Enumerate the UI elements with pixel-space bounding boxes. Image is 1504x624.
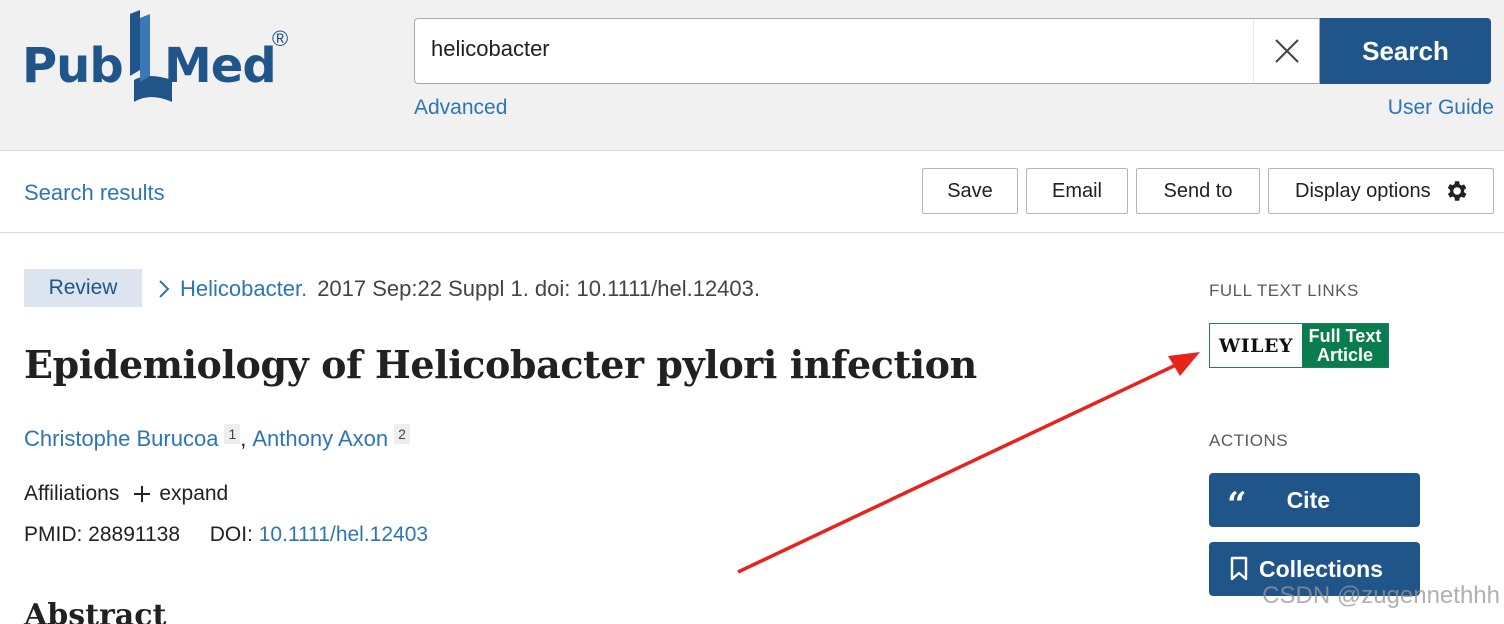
gear-icon	[1447, 181, 1467, 201]
expand-label: expand	[159, 482, 229, 505]
search-button[interactable]: Search	[1320, 18, 1491, 84]
pmid-label: PMID: 28891138	[24, 523, 181, 546]
wiley-line-1: Full Text	[1308, 325, 1382, 346]
email-button[interactable]: Email	[1026, 168, 1128, 214]
author-link[interactable]: Christophe Burucoa	[24, 426, 218, 452]
user-guide-link[interactable]: User Guide	[1388, 96, 1494, 120]
display-options-button[interactable]: Display options	[1268, 168, 1494, 214]
actions-heading: ACTIONS	[1209, 431, 1289, 450]
collections-label: Collections	[1259, 555, 1383, 582]
citation-line: Helicobacter. 2017 Sep:22 Suppl 1. doi: …	[158, 276, 760, 302]
search-input[interactable]	[431, 36, 1251, 62]
pubmed-logo[interactable]: Pub Med ®	[22, 10, 302, 106]
expand-affiliations-button[interactable]: expand	[133, 482, 228, 506]
wiley-logo: WILEY	[1210, 324, 1302, 367]
plus-icon	[134, 486, 151, 502]
citation-text: 2017 Sep:22 Suppl 1. doi: 10.1111/hel.12…	[317, 276, 761, 301]
full-text-links-heading: FULL TEXT LINKS	[1209, 281, 1359, 300]
logo-med-text: Med	[164, 38, 277, 94]
chevron-right-icon	[159, 280, 170, 298]
journal-link[interactable]: Helicobacter.	[180, 276, 307, 302]
author-list: Christophe Burucoa 1 , Anthony Axon 2	[24, 424, 410, 452]
wiley-line-2: Article	[1316, 344, 1374, 365]
search-box	[414, 18, 1320, 84]
doi-label: DOI:	[209, 523, 253, 546]
article-title: Epidemiology of Helicobacter pylori infe…	[24, 342, 977, 387]
doi-link[interactable]: 10.1111/hel.12403	[259, 523, 428, 546]
clear-search-button[interactable]	[1253, 19, 1319, 83]
wiley-full-text-label: Full Text Article	[1302, 324, 1388, 367]
save-button[interactable]: Save	[922, 168, 1018, 214]
advanced-search-link[interactable]: Advanced	[414, 96, 507, 120]
results-toolbar: Search results Save Email Send to Displa…	[0, 152, 1504, 233]
identifiers-row: PMID: 28891138 DOI: 10.1111/hel.12403	[24, 523, 428, 547]
display-options-label: Display options	[1295, 179, 1431, 202]
affiliation-ref[interactable]: 2	[394, 424, 410, 444]
logo-pub-text: Pub	[22, 38, 124, 94]
cite-label: Cite	[1286, 486, 1331, 513]
affiliations-label: Affiliations	[24, 482, 120, 505]
close-icon	[1274, 39, 1299, 63]
wiley-full-text-link[interactable]: WILEY Full Text Article	[1209, 323, 1389, 368]
search-results-link[interactable]: Search results	[24, 180, 165, 206]
abstract-heading: Abstract	[24, 598, 167, 624]
article-type-badge: Review	[24, 269, 142, 307]
author-separator: ,	[240, 426, 247, 451]
affiliations-row: Affiliations expand	[24, 482, 228, 506]
affiliation-ref[interactable]: 1	[224, 424, 241, 444]
quote-icon: “	[1227, 485, 1247, 525]
registered-mark: ®	[272, 26, 289, 51]
header: Pub Med ® Search Advanced User Guide	[0, 0, 1504, 151]
bookmark-icon	[1230, 556, 1248, 581]
send-to-button[interactable]: Send to	[1136, 168, 1260, 214]
cite-button[interactable]: “ Cite	[1209, 473, 1420, 527]
watermark: CSDN @zugennethhh	[1262, 582, 1500, 609]
author-link[interactable]: Anthony Axon	[252, 426, 388, 452]
